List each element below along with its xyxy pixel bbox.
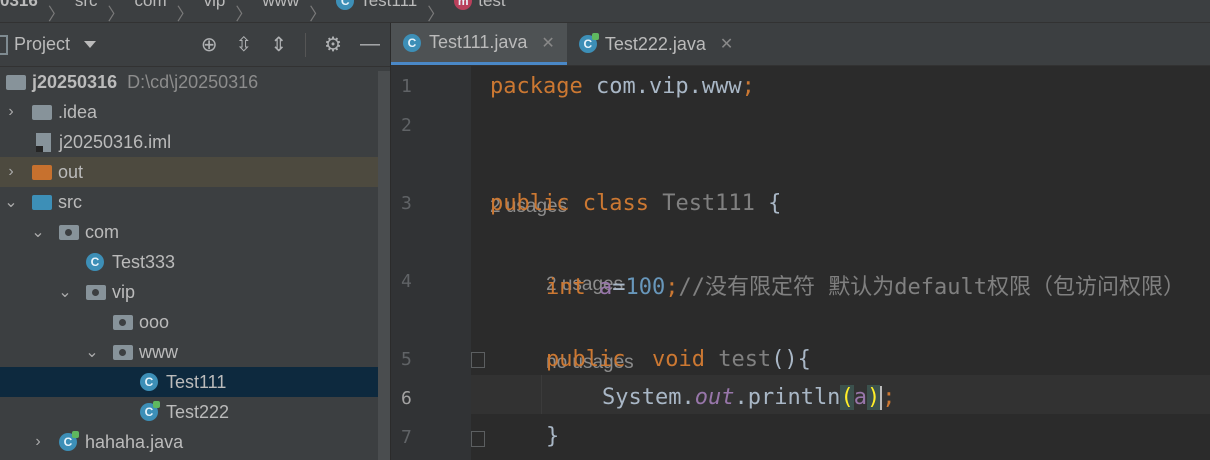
code-line: int a=100;//没有限定符 默认为default权限（包访问权限） — [546, 275, 1185, 300]
project-toolbar: ⊕ ⇳ ⇕ ⚙ — — [201, 32, 380, 57]
line-number: 7 — [401, 427, 412, 448]
tree-item-iml[interactable]: j20250316.iml — [0, 127, 390, 157]
locate-icon[interactable]: ⊕ — [201, 32, 218, 57]
tree-item-src[interactable]: ⌄ src — [0, 187, 390, 217]
collapse-all-icon[interactable]: ⇕ — [270, 32, 287, 57]
breadcrumb: 0316 〉 src 〉 com 〉 vip 〉 www 〉 C Test111… — [0, 0, 1210, 23]
editor: C Test111.java ✕ C Test222.java ✕ 1 2 3 … — [391, 23, 1210, 460]
breadcrumb-item-vip[interactable]: vip — [204, 0, 226, 11]
breadcrumb-separator: 〉 — [176, 5, 194, 23]
chevron-down-icon[interactable]: ⌄ — [58, 282, 72, 302]
minimize-icon[interactable]: — — [360, 33, 380, 56]
chevron-right-icon[interactable]: › — [4, 103, 18, 121]
excluded-folder-icon — [32, 164, 52, 180]
line-number: 2 — [401, 115, 412, 136]
fold-marker-icon[interactable] — [471, 352, 485, 368]
project-panel: Project ⊕ ⇳ ⇕ ⚙ — j20250316 D:\cd\j20250… — [0, 23, 390, 460]
code-line: package com.vip.www; — [490, 74, 755, 99]
line-number: 5 — [401, 349, 412, 370]
breadcrumb-item-test-method[interactable]: m test — [454, 0, 506, 11]
gear-icon[interactable]: ⚙ — [324, 32, 342, 57]
expand-all-icon[interactable]: ⇳ — [236, 32, 253, 57]
module-icon — [6, 74, 26, 90]
source-folder-icon — [32, 194, 52, 210]
breadcrumb-separator: 〉 — [107, 5, 125, 23]
tab-test222[interactable]: C Test222.java ✕ — [567, 23, 745, 65]
tab-test111[interactable]: C Test111.java ✕ — [391, 23, 567, 65]
tree-item-out[interactable]: › out — [0, 157, 390, 187]
tree-item-idea[interactable]: › .idea — [0, 97, 390, 127]
breadcrumb-separator: 〉 — [427, 5, 445, 23]
class-icon: C — [140, 373, 158, 391]
class-icon: C — [86, 253, 104, 271]
line-number: 6 — [401, 388, 412, 409]
project-view-selector[interactable]: Project — [0, 34, 97, 55]
panel-icon — [0, 34, 8, 55]
tree-item-www[interactable]: ⌄ www — [0, 337, 390, 367]
package-icon — [113, 314, 133, 330]
folder-icon — [32, 104, 52, 120]
breadcrumb-item-project[interactable]: 0316 — [0, 0, 38, 11]
chevron-down-icon[interactable]: ⌄ — [4, 192, 18, 212]
project-panel-header: Project ⊕ ⇳ ⇕ ⚙ — — [0, 23, 390, 67]
close-icon[interactable]: ✕ — [720, 34, 733, 54]
package-icon — [59, 224, 79, 240]
breadcrumb-item-test111[interactable]: C Test111 — [336, 0, 417, 11]
chevron-right-icon[interactable]: › — [4, 163, 18, 181]
fold-marker-icon[interactable] — [471, 431, 485, 447]
chevron-down-icon — [84, 41, 97, 48]
tree-item-com[interactable]: ⌄ com — [0, 217, 390, 247]
code-line: public void test(){ — [546, 347, 811, 372]
class-icon: C — [403, 33, 421, 52]
breadcrumb-item-www[interactable]: www — [262, 0, 299, 11]
package-icon — [86, 284, 106, 300]
package-icon — [113, 344, 133, 360]
divider — [305, 32, 307, 57]
runnable-class-icon: C — [59, 431, 79, 451]
tree-item-ooo[interactable]: ooo — [0, 307, 390, 337]
runnable-class-icon: C — [140, 401, 160, 421]
chevron-right-icon[interactable]: › — [31, 433, 45, 451]
breadcrumb-separator: 〉 — [309, 5, 327, 23]
runnable-class-icon: C — [578, 33, 599, 53]
tree-item-test222[interactable]: C Test222 — [0, 397, 390, 427]
tree-item-test111[interactable]: C Test111 — [0, 367, 390, 397]
tree-item-hahaha[interactable]: › C hahaha.java — [0, 427, 390, 457]
tree-item-test333[interactable]: C Test333 — [0, 247, 390, 277]
chevron-down-icon[interactable]: ⌄ — [85, 342, 99, 362]
project-tree: j20250316 D:\cd\j20250316 › .idea j20250… — [0, 67, 390, 457]
chevron-down-icon[interactable]: ⌄ — [31, 222, 45, 242]
line-number: 3 — [401, 193, 412, 214]
breadcrumb-separator: 〉 — [47, 5, 65, 23]
module-file-icon — [36, 132, 51, 152]
indent-guide — [541, 375, 542, 414]
breadcrumb-item-com[interactable]: com — [135, 0, 167, 11]
line-number: 1 — [401, 76, 412, 97]
class-icon: C — [336, 0, 355, 10]
breadcrumb-separator: 〉 — [235, 5, 253, 23]
editor-tabs: C Test111.java ✕ C Test222.java ✕ — [391, 23, 1210, 66]
code-line: } — [546, 424, 560, 449]
project-scrollbar[interactable] — [378, 71, 390, 460]
tree-item-root[interactable]: j20250316 D:\cd\j20250316 — [0, 67, 390, 97]
code-line: public class Test111 { — [490, 191, 782, 216]
breadcrumb-item-src[interactable]: src — [75, 0, 98, 11]
code-area[interactable]: 1 2 3 4 5 6 7 package com.vip.www; 2 usa… — [391, 66, 1210, 460]
method-icon: m — [454, 0, 473, 10]
code-line-current: System.out.println(a); — [602, 385, 896, 410]
close-icon[interactable]: ✕ — [541, 33, 554, 53]
tree-item-vip[interactable]: ⌄ vip — [0, 277, 390, 307]
line-number: 4 — [401, 271, 412, 292]
